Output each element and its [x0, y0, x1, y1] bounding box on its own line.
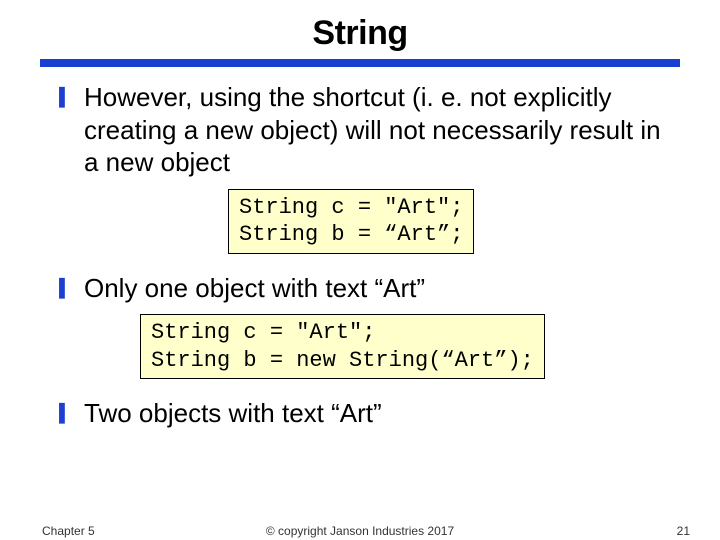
code-block-1: String c = "Art"; String b = “Art”;	[228, 189, 474, 254]
bullet-icon: ▮	[58, 81, 66, 110]
footer-copyright: © copyright Janson Industries 2017	[0, 524, 720, 538]
bullet-icon: ▮	[58, 397, 66, 426]
bullet-text: However, using the shortcut (i. e. not e…	[84, 81, 668, 179]
title-underline	[40, 59, 680, 67]
code-block-wrap: String c = "Art"; String b = “Art”;	[58, 189, 668, 254]
bullet-text: Only one object with text “Art”	[84, 272, 425, 305]
code-block-2: String c = "Art"; String b = new String(…	[140, 314, 545, 379]
bullet-icon: ▮	[58, 272, 66, 301]
bullet-text: Two objects with text “Art”	[84, 397, 382, 430]
bullet-item: ▮ Only one object with text “Art”	[58, 272, 668, 305]
slide-title: String	[0, 0, 720, 59]
slide-content: ▮ However, using the shortcut (i. e. not…	[0, 81, 720, 430]
footer-page-number: 21	[677, 524, 690, 538]
code-block-wrap: String c = "Art"; String b = new String(…	[58, 314, 668, 379]
bullet-item: ▮ Two objects with text “Art”	[58, 397, 668, 430]
bullet-item: ▮ However, using the shortcut (i. e. not…	[58, 81, 668, 179]
